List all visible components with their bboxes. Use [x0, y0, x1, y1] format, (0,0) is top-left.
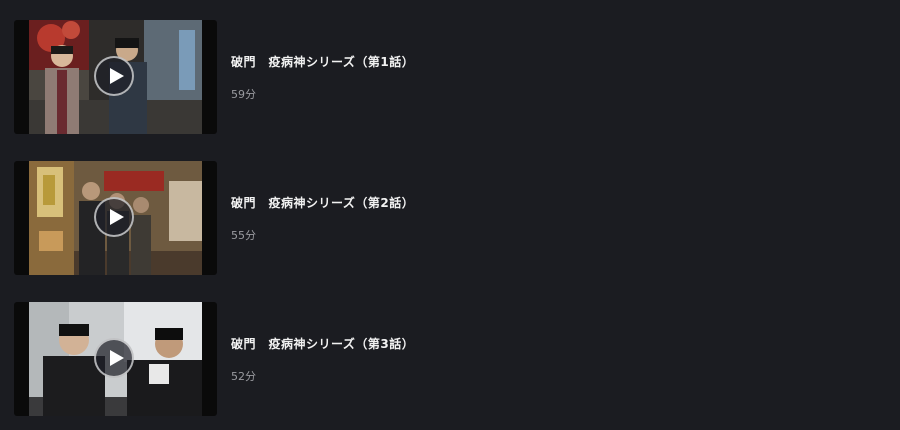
- episode-thumbnail[interactable]: [14, 161, 217, 275]
- episode-item[interactable]: 破門 疫病神シリーズ（第2話） 55分: [14, 161, 874, 275]
- episode-item[interactable]: 破門 疫病神シリーズ（第1話） 59分: [14, 20, 874, 134]
- play-icon[interactable]: [94, 338, 134, 378]
- episode-info: 破門 疫病神シリーズ（第3話） 52分: [231, 302, 414, 416]
- episode-title[interactable]: 破門 疫病神シリーズ（第2話）: [231, 194, 414, 211]
- episode-item[interactable]: 破門 疫病神シリーズ（第3話） 52分: [14, 302, 874, 416]
- episode-duration: 55分: [231, 228, 256, 242]
- play-icon[interactable]: [94, 197, 134, 237]
- episode-thumbnail[interactable]: [14, 302, 217, 416]
- episode-duration: 59分: [231, 87, 256, 101]
- episode-duration: 52分: [231, 369, 256, 383]
- episode-list: 破門 疫病神シリーズ（第1話） 59分 破門 疫病神シリーズ（第2話） 55分 …: [0, 0, 900, 430]
- play-icon[interactable]: [94, 56, 134, 96]
- episode-title[interactable]: 破門 疫病神シリーズ（第1話）: [231, 53, 414, 70]
- episode-title[interactable]: 破門 疫病神シリーズ（第3話）: [231, 335, 414, 352]
- episode-thumbnail[interactable]: [14, 20, 217, 134]
- episode-info: 破門 疫病神シリーズ（第2話） 55分: [231, 161, 414, 275]
- episode-info: 破門 疫病神シリーズ（第1話） 59分: [231, 20, 414, 134]
